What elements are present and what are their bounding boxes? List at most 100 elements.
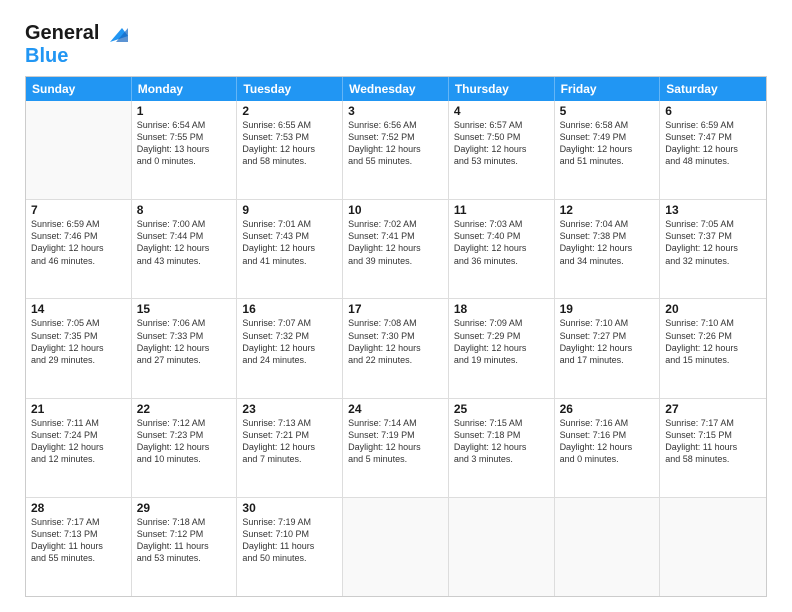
- cell-info-line: Sunrise: 7:16 AM: [560, 417, 655, 429]
- cell-info-line: Daylight: 12 hours: [348, 342, 443, 354]
- cell-info-line: Daylight: 12 hours: [665, 342, 761, 354]
- calendar-row-4: 28Sunrise: 7:17 AMSunset: 7:13 PMDayligh…: [26, 498, 766, 596]
- cell-info-line: Daylight: 12 hours: [454, 342, 549, 354]
- cell-info-line: Daylight: 12 hours: [665, 242, 761, 254]
- cell-info-line: Sunset: 7:10 PM: [242, 528, 337, 540]
- cell-info-line: Daylight: 12 hours: [560, 143, 655, 155]
- cell-info-line: and 27 minutes.: [137, 354, 232, 366]
- cell-info-line: and 0 minutes.: [560, 453, 655, 465]
- day-cell-4: 4Sunrise: 6:57 AMSunset: 7:50 PMDaylight…: [449, 101, 555, 199]
- cell-info-line: Sunrise: 7:07 AM: [242, 317, 337, 329]
- cell-info-line: Sunrise: 6:58 AM: [560, 119, 655, 131]
- cell-info-line: Daylight: 12 hours: [242, 143, 337, 155]
- day-number: 22: [137, 402, 232, 416]
- cell-info-line: and 36 minutes.: [454, 255, 549, 267]
- day-number: 1: [137, 104, 232, 118]
- day-cell-17: 17Sunrise: 7:08 AMSunset: 7:30 PMDayligh…: [343, 299, 449, 397]
- cell-info-line: Sunset: 7:18 PM: [454, 429, 549, 441]
- cell-info-line: Daylight: 12 hours: [454, 441, 549, 453]
- cell-info-line: Sunset: 7:41 PM: [348, 230, 443, 242]
- empty-cell-0-0: [26, 101, 132, 199]
- day-number: 29: [137, 501, 232, 515]
- cell-info-line: and 22 minutes.: [348, 354, 443, 366]
- cell-info-line: Sunrise: 7:06 AM: [137, 317, 232, 329]
- day-number: 2: [242, 104, 337, 118]
- cell-info-line: Sunset: 7:44 PM: [137, 230, 232, 242]
- day-number: 10: [348, 203, 443, 217]
- cell-info-line: Daylight: 12 hours: [31, 242, 126, 254]
- day-number: 23: [242, 402, 337, 416]
- cell-info-line: Daylight: 11 hours: [137, 540, 232, 552]
- calendar-row-0: 1Sunrise: 6:54 AMSunset: 7:55 PMDaylight…: [26, 101, 766, 200]
- cell-info-line: Sunset: 7:27 PM: [560, 330, 655, 342]
- day-cell-19: 19Sunrise: 7:10 AMSunset: 7:27 PMDayligh…: [555, 299, 661, 397]
- cell-info-line: Sunrise: 7:05 AM: [665, 218, 761, 230]
- cell-info-line: Daylight: 12 hours: [454, 143, 549, 155]
- cell-info-line: Daylight: 12 hours: [665, 143, 761, 155]
- day-number: 6: [665, 104, 761, 118]
- day-number: 13: [665, 203, 761, 217]
- cell-info-line: Sunset: 7:12 PM: [137, 528, 232, 540]
- cell-info-line: Daylight: 12 hours: [454, 242, 549, 254]
- cell-info-line: Sunset: 7:13 PM: [31, 528, 126, 540]
- day-cell-26: 26Sunrise: 7:16 AMSunset: 7:16 PMDayligh…: [555, 399, 661, 497]
- page: General Blue SundayMondayTuesdayWednesda…: [0, 0, 792, 612]
- cell-info-line: Daylight: 12 hours: [137, 441, 232, 453]
- day-cell-24: 24Sunrise: 7:14 AMSunset: 7:19 PMDayligh…: [343, 399, 449, 497]
- day-number: 28: [31, 501, 126, 515]
- day-header-sunday: Sunday: [26, 77, 132, 101]
- cell-info-line: Sunset: 7:50 PM: [454, 131, 549, 143]
- cell-info-line: Daylight: 13 hours: [137, 143, 232, 155]
- calendar-row-2: 14Sunrise: 7:05 AMSunset: 7:35 PMDayligh…: [26, 299, 766, 398]
- cell-info-line: Daylight: 12 hours: [242, 441, 337, 453]
- cell-info-line: Sunset: 7:26 PM: [665, 330, 761, 342]
- calendar-row-1: 7Sunrise: 6:59 AMSunset: 7:46 PMDaylight…: [26, 200, 766, 299]
- day-cell-21: 21Sunrise: 7:11 AMSunset: 7:24 PMDayligh…: [26, 399, 132, 497]
- cell-info-line: and 5 minutes.: [348, 453, 443, 465]
- day-number: 8: [137, 203, 232, 217]
- cell-info-line: Sunset: 7:49 PM: [560, 131, 655, 143]
- cell-info-line: Sunset: 7:16 PM: [560, 429, 655, 441]
- cell-info-line: Sunrise: 6:59 AM: [665, 119, 761, 131]
- day-header-tuesday: Tuesday: [237, 77, 343, 101]
- cell-info-line: Daylight: 12 hours: [242, 342, 337, 354]
- cell-info-line: Sunset: 7:37 PM: [665, 230, 761, 242]
- day-cell-1: 1Sunrise: 6:54 AMSunset: 7:55 PMDaylight…: [132, 101, 238, 199]
- cell-info-line: Sunset: 7:46 PM: [31, 230, 126, 242]
- cell-info-line: Daylight: 12 hours: [348, 242, 443, 254]
- cell-info-line: and 15 minutes.: [665, 354, 761, 366]
- day-number: 25: [454, 402, 549, 416]
- cell-info-line: Daylight: 12 hours: [560, 342, 655, 354]
- cell-info-line: Sunset: 7:35 PM: [31, 330, 126, 342]
- day-number: 26: [560, 402, 655, 416]
- cell-info-line: and 39 minutes.: [348, 255, 443, 267]
- day-number: 11: [454, 203, 549, 217]
- calendar: SundayMondayTuesdayWednesdayThursdayFrid…: [25, 76, 767, 597]
- day-cell-29: 29Sunrise: 7:18 AMSunset: 7:12 PMDayligh…: [132, 498, 238, 596]
- cell-info-line: Sunset: 7:21 PM: [242, 429, 337, 441]
- day-cell-16: 16Sunrise: 7:07 AMSunset: 7:32 PMDayligh…: [237, 299, 343, 397]
- day-header-thursday: Thursday: [449, 77, 555, 101]
- empty-cell-4-3: [343, 498, 449, 596]
- cell-info-line: and 17 minutes.: [560, 354, 655, 366]
- cell-info-line: Sunset: 7:24 PM: [31, 429, 126, 441]
- calendar-body: 1Sunrise: 6:54 AMSunset: 7:55 PMDaylight…: [26, 101, 766, 596]
- cell-info-line: Sunset: 7:52 PM: [348, 131, 443, 143]
- cell-info-line: Daylight: 12 hours: [242, 242, 337, 254]
- cell-info-line: Sunrise: 6:56 AM: [348, 119, 443, 131]
- empty-cell-4-6: [660, 498, 766, 596]
- day-number: 21: [31, 402, 126, 416]
- cell-info-line: and 46 minutes.: [31, 255, 126, 267]
- cell-info-line: and 7 minutes.: [242, 453, 337, 465]
- day-number: 3: [348, 104, 443, 118]
- cell-info-line: and 55 minutes.: [31, 552, 126, 564]
- day-cell-13: 13Sunrise: 7:05 AMSunset: 7:37 PMDayligh…: [660, 200, 766, 298]
- cell-info-line: Sunrise: 6:59 AM: [31, 218, 126, 230]
- cell-info-line: Daylight: 12 hours: [31, 441, 126, 453]
- day-number: 30: [242, 501, 337, 515]
- day-cell-30: 30Sunrise: 7:19 AMSunset: 7:10 PMDayligh…: [237, 498, 343, 596]
- cell-info-line: Sunrise: 7:14 AM: [348, 417, 443, 429]
- day-number: 17: [348, 302, 443, 316]
- cell-info-line: Sunset: 7:47 PM: [665, 131, 761, 143]
- cell-info-line: and 12 minutes.: [31, 453, 126, 465]
